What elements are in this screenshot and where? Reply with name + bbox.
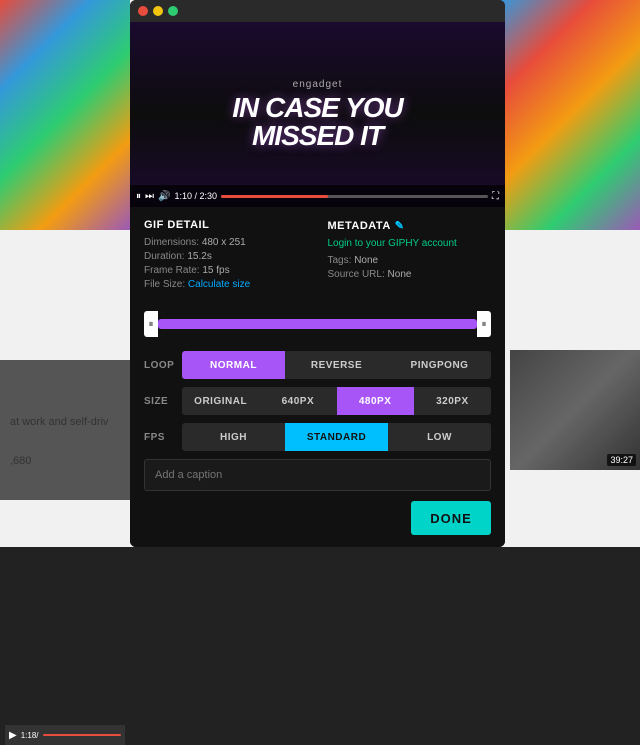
- fps-label: FPS: [144, 432, 182, 443]
- trim-left-icon: ⏸: [149, 319, 154, 330]
- size-btn-group: ORIGINAL 640PX 480PX 320PX: [182, 387, 491, 415]
- loop-pingpong-btn[interactable]: PINGPONG: [388, 351, 491, 379]
- loop-row: LOOP NORMAL REVERSE PINGPONG: [144, 351, 491, 379]
- size-320-btn[interactable]: 320PX: [414, 387, 491, 415]
- video-controls: ⏸ ⏭ 🔊 1:10 / 2:30 ⛶: [130, 185, 505, 207]
- next-icon[interactable]: ⏭: [145, 191, 154, 202]
- fps-low-btn[interactable]: LOW: [388, 423, 491, 451]
- fps-standard-btn[interactable]: STANDARD: [285, 423, 388, 451]
- fps-row: FPS HIGH STANDARD LOW: [144, 423, 491, 451]
- video-brand: engadget: [293, 79, 343, 90]
- gif-detail-col: GIF DETAIL Dimensions: 480 x 251 Duratio…: [144, 219, 308, 293]
- bg-colorful-right: [500, 0, 640, 230]
- bg-right-thumbnail: 39:27: [510, 350, 640, 470]
- filesize-row: File Size: Calculate size: [144, 279, 308, 290]
- minimize-dot[interactable]: [153, 6, 163, 16]
- trim-handle-right[interactable]: ⏸: [477, 311, 491, 337]
- dimensions-row: Dimensions: 480 x 251: [144, 237, 308, 248]
- video-progress-bar[interactable]: [221, 195, 488, 198]
- thumb-duration-text: 39:27: [607, 454, 636, 466]
- calculate-size-link[interactable]: Calculate size: [188, 279, 250, 290]
- pause-icon[interactable]: ⏸: [136, 191, 141, 202]
- bg-counter: ,680: [10, 455, 31, 467]
- video-title-line1: IN CASE YOU: [232, 94, 403, 122]
- source-row: Source URL: None: [328, 269, 492, 280]
- metadata-title: METADATA ✎: [328, 219, 492, 232]
- size-480-btn[interactable]: 480PX: [337, 387, 414, 415]
- video-controls-bg: ▶ 1:18/: [5, 725, 125, 745]
- modal: engadget IN CASE YOU MISSED IT ⏸ ⏭ 🔊 1:1…: [130, 0, 505, 547]
- loop-label: LOOP: [144, 360, 182, 371]
- caption-row: [144, 459, 491, 491]
- loop-reverse-btn[interactable]: REVERSE: [285, 351, 388, 379]
- maximize-dot[interactable]: [168, 6, 178, 16]
- duration-row: Duration: 15.2s: [144, 251, 308, 262]
- fps-btn-group: HIGH STANDARD LOW: [182, 423, 491, 451]
- video-title-line2: MISSED IT: [252, 122, 383, 150]
- metadata-col: METADATA ✎ Login to your GIPHY account T…: [328, 219, 492, 293]
- fps-high-btn[interactable]: HIGH: [182, 423, 285, 451]
- size-640-btn[interactable]: 640PX: [259, 387, 336, 415]
- video-progress-fill: [221, 195, 328, 198]
- close-dot[interactable]: [138, 6, 148, 16]
- tags-row: Tags: None: [328, 255, 492, 266]
- loop-btn-group: NORMAL REVERSE PINGPONG: [182, 351, 491, 379]
- video-preview: engadget IN CASE YOU MISSED IT ⏸ ⏭ 🔊 1:1…: [130, 22, 505, 207]
- trim-handle-left[interactable]: ⏸: [144, 311, 158, 337]
- bg-bottom-text: at work and self-driv: [10, 415, 130, 430]
- edit-icon[interactable]: ✎: [395, 219, 405, 232]
- volume-icon[interactable]: 🔊: [158, 191, 170, 202]
- info-area: GIF DETAIL Dimensions: 480 x 251 Duratio…: [130, 207, 505, 305]
- trim-bar[interactable]: ⏸ ⏸: [144, 311, 491, 337]
- caption-input[interactable]: [144, 459, 491, 491]
- size-original-btn[interactable]: ORIGINAL: [182, 387, 259, 415]
- fullscreen-icon[interactable]: ⛶: [492, 191, 499, 202]
- size-row: SIZE ORIGINAL 640PX 480PX 320PX: [144, 387, 491, 415]
- video-time: 1:10 / 2:30: [174, 191, 217, 201]
- login-link[interactable]: Login to your GIPHY account: [328, 238, 492, 249]
- trim-track: [158, 319, 477, 329]
- done-button[interactable]: DONE: [411, 501, 491, 535]
- trim-right-icon: ⏸: [482, 319, 487, 330]
- size-label: SIZE: [144, 396, 182, 407]
- gif-detail-title: GIF DETAIL: [144, 219, 308, 231]
- framerate-row: Frame Rate: 15 fps: [144, 265, 308, 276]
- done-row: DONE: [144, 501, 491, 535]
- bg-colorful-left: [0, 0, 130, 230]
- controls-area: LOOP NORMAL REVERSE PINGPONG SIZE ORIGIN…: [130, 343, 505, 547]
- loop-normal-btn[interactable]: NORMAL: [182, 351, 285, 379]
- title-bar: [130, 0, 505, 22]
- trim-bar-area: ⏸ ⏸: [130, 305, 505, 343]
